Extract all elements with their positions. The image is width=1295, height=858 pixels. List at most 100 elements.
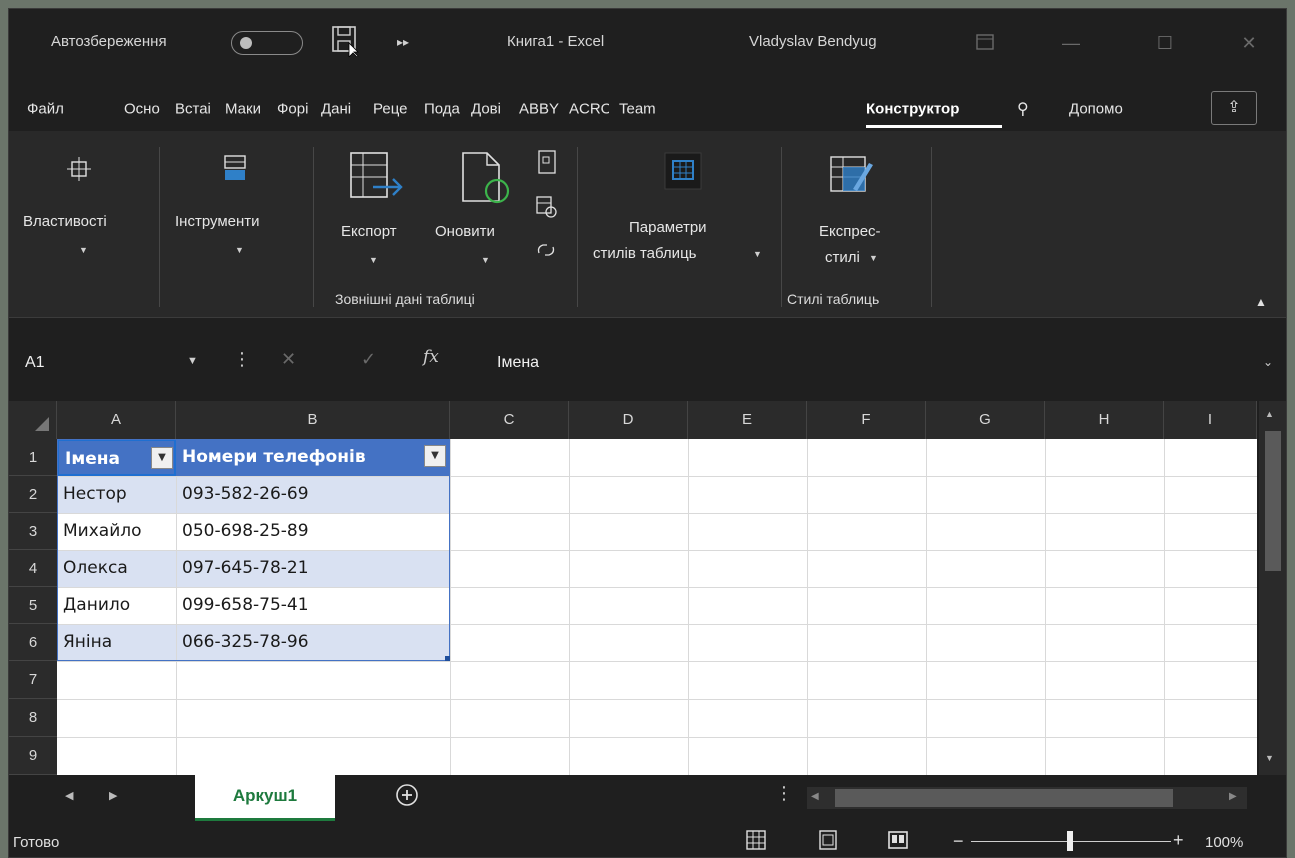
refresh-icon[interactable]	[457, 149, 517, 212]
tab-insert[interactable]: Встаі	[175, 101, 219, 118]
normal-view-icon[interactable]	[745, 829, 767, 855]
filter-dropdown-icon[interactable]: ▼	[424, 445, 446, 467]
zoom-in-icon[interactable]: +	[1173, 830, 1184, 851]
row-header-6[interactable]: 6	[9, 624, 57, 661]
row-header-2[interactable]: 2	[9, 476, 57, 513]
cancel-icon[interactable]: ✕	[281, 349, 296, 370]
style-options-label-1[interactable]: Параметри	[629, 219, 707, 236]
name-box[interactable]: A1	[19, 345, 209, 381]
tab-help[interactable]: Допомо	[1069, 101, 1169, 118]
scroll-sheets-left-icon[interactable]: ◀	[65, 789, 73, 802]
export-button[interactable]: Експорт	[341, 223, 397, 240]
tab-home[interactable]: Осно	[124, 101, 166, 118]
filter-dropdown-icon[interactable]: ▼	[151, 447, 173, 469]
row-header-9[interactable]: 9	[9, 737, 57, 775]
scroll-right-icon[interactable]: ▶	[1229, 791, 1237, 802]
name-box-dropdown-icon[interactable]: ▼	[187, 355, 198, 367]
row-header-1[interactable]: 1	[9, 439, 57, 476]
row-header-8[interactable]: 8	[9, 699, 57, 737]
properties-button[interactable]: Властивості	[23, 213, 107, 230]
zoom-level[interactable]: 100%	[1205, 834, 1243, 851]
scrollbar-thumb[interactable]	[1265, 431, 1281, 571]
scroll-sheets-right-icon[interactable]: ▶	[109, 789, 117, 802]
column-header-d[interactable]: D	[569, 401, 688, 439]
row-header-4[interactable]: 4	[9, 550, 57, 587]
tab-file[interactable]: Файл	[27, 101, 71, 118]
tab-acrobat[interactable]: ACRO	[569, 101, 609, 118]
table-cell-name[interactable]: Михайло	[57, 513, 176, 550]
more-vertical-icon[interactable]: ⋮	[775, 783, 793, 804]
enter-icon[interactable]: ✓	[361, 349, 376, 370]
table-cell-name[interactable]: Данило	[57, 587, 176, 624]
formula-input[interactable]: Імена	[471, 345, 1271, 381]
collapse-ribbon-icon[interactable]: ▲	[1255, 295, 1267, 309]
table-cell-name[interactable]: Яніна	[57, 624, 176, 661]
select-all-corner[interactable]	[9, 401, 57, 439]
column-header-c[interactable]: C	[450, 401, 569, 439]
column-header-b[interactable]: B	[176, 401, 450, 439]
search-icon[interactable]: ⚲	[1017, 99, 1029, 119]
save-icon[interactable]	[331, 23, 359, 60]
tab-data[interactable]: Дані	[321, 101, 361, 118]
style-options-label-2[interactable]: стилів таблиць	[593, 245, 696, 262]
tab-team[interactable]: Team	[619, 101, 659, 118]
table-cell-phone[interactable]: 097-645-78-21	[176, 550, 450, 587]
vertical-scrollbar[interactable]: ▲ ▼	[1259, 401, 1286, 775]
close-icon[interactable]: ✕	[1227, 25, 1271, 61]
tab-review[interactable]: Реце	[373, 101, 415, 118]
zoom-slider-thumb[interactable]	[1067, 831, 1073, 851]
quick-styles-label-2[interactable]: стилі	[825, 249, 860, 266]
sheet-tab-active[interactable]: Аркуш1	[195, 775, 335, 821]
tab-help-addin[interactable]: Дові	[471, 101, 509, 118]
table-cell-phone[interactable]: 099-658-75-41	[176, 587, 450, 624]
zoom-out-icon[interactable]: −	[953, 831, 964, 852]
unlink-icon[interactable]	[535, 195, 557, 222]
table-style-options-icon[interactable]	[663, 151, 703, 194]
row-header-7[interactable]: 7	[9, 661, 57, 699]
column-header-e[interactable]: E	[688, 401, 807, 439]
page-break-view-icon[interactable]	[887, 829, 909, 855]
minimize-icon[interactable]: —	[1049, 25, 1093, 61]
share-button[interactable]: ⇪	[1211, 91, 1257, 125]
table-cell-phone[interactable]: 050-698-25-89	[176, 513, 450, 550]
tab-abbyy[interactable]: ABBY	[519, 101, 559, 118]
tab-formulas[interactable]: Форі	[277, 101, 315, 118]
scroll-down-icon[interactable]: ▼	[1265, 753, 1274, 763]
open-in-browser-icon[interactable]	[537, 149, 557, 178]
column-header-f[interactable]: F	[807, 401, 926, 439]
more-vertical-icon[interactable]: ⋮	[233, 349, 251, 370]
quick-styles-icon[interactable]	[827, 151, 875, 202]
properties-icon[interactable]	[65, 155, 93, 186]
page-layout-view-icon[interactable]	[817, 829, 839, 855]
more-commands-icon[interactable]: ▸▸	[397, 35, 409, 49]
unlink-chain-icon[interactable]	[535, 237, 557, 264]
table-resize-handle[interactable]	[445, 656, 450, 661]
table-cell-name[interactable]: Нестор	[57, 476, 176, 513]
tab-layout[interactable]: Маки	[225, 101, 269, 118]
table-header-names[interactable]: Імена ▼	[57, 439, 176, 476]
export-icon[interactable]	[347, 149, 407, 212]
tools-icon[interactable]	[221, 153, 249, 186]
maximize-icon[interactable]: ☐	[1143, 25, 1187, 61]
horizontal-scrollbar[interactable]: ◀ ▶	[807, 787, 1247, 809]
column-header-g[interactable]: G	[926, 401, 1045, 439]
column-header-i[interactable]: I	[1164, 401, 1257, 439]
tab-view[interactable]: Пода	[424, 101, 464, 118]
scroll-up-icon[interactable]: ▲	[1265, 409, 1274, 419]
table-cell-phone[interactable]: 093-582-26-69	[176, 476, 450, 513]
tools-button[interactable]: Інструменти	[175, 213, 260, 230]
autosave-toggle[interactable]	[231, 31, 303, 55]
ribbon-display-icon[interactable]	[975, 33, 995, 54]
column-header-a[interactable]: A	[57, 401, 176, 439]
table-header-phones[interactable]: Номери телефонів ▼	[176, 439, 450, 476]
tab-table-design[interactable]: Конструктор	[866, 101, 1002, 118]
expand-formula-bar-icon[interactable]: ⌄	[1263, 355, 1273, 369]
insert-function-icon[interactable]: fx	[423, 347, 439, 367]
user-name[interactable]: Vladyslav Bendyug	[749, 33, 877, 50]
column-header-h[interactable]: H	[1045, 401, 1164, 439]
scrollbar-thumb[interactable]	[835, 789, 1173, 807]
refresh-button[interactable]: Оновити	[435, 223, 495, 240]
row-header-3[interactable]: 3	[9, 513, 57, 550]
row-header-5[interactable]: 5	[9, 587, 57, 624]
quick-styles-label-1[interactable]: Експрес-	[819, 223, 881, 240]
